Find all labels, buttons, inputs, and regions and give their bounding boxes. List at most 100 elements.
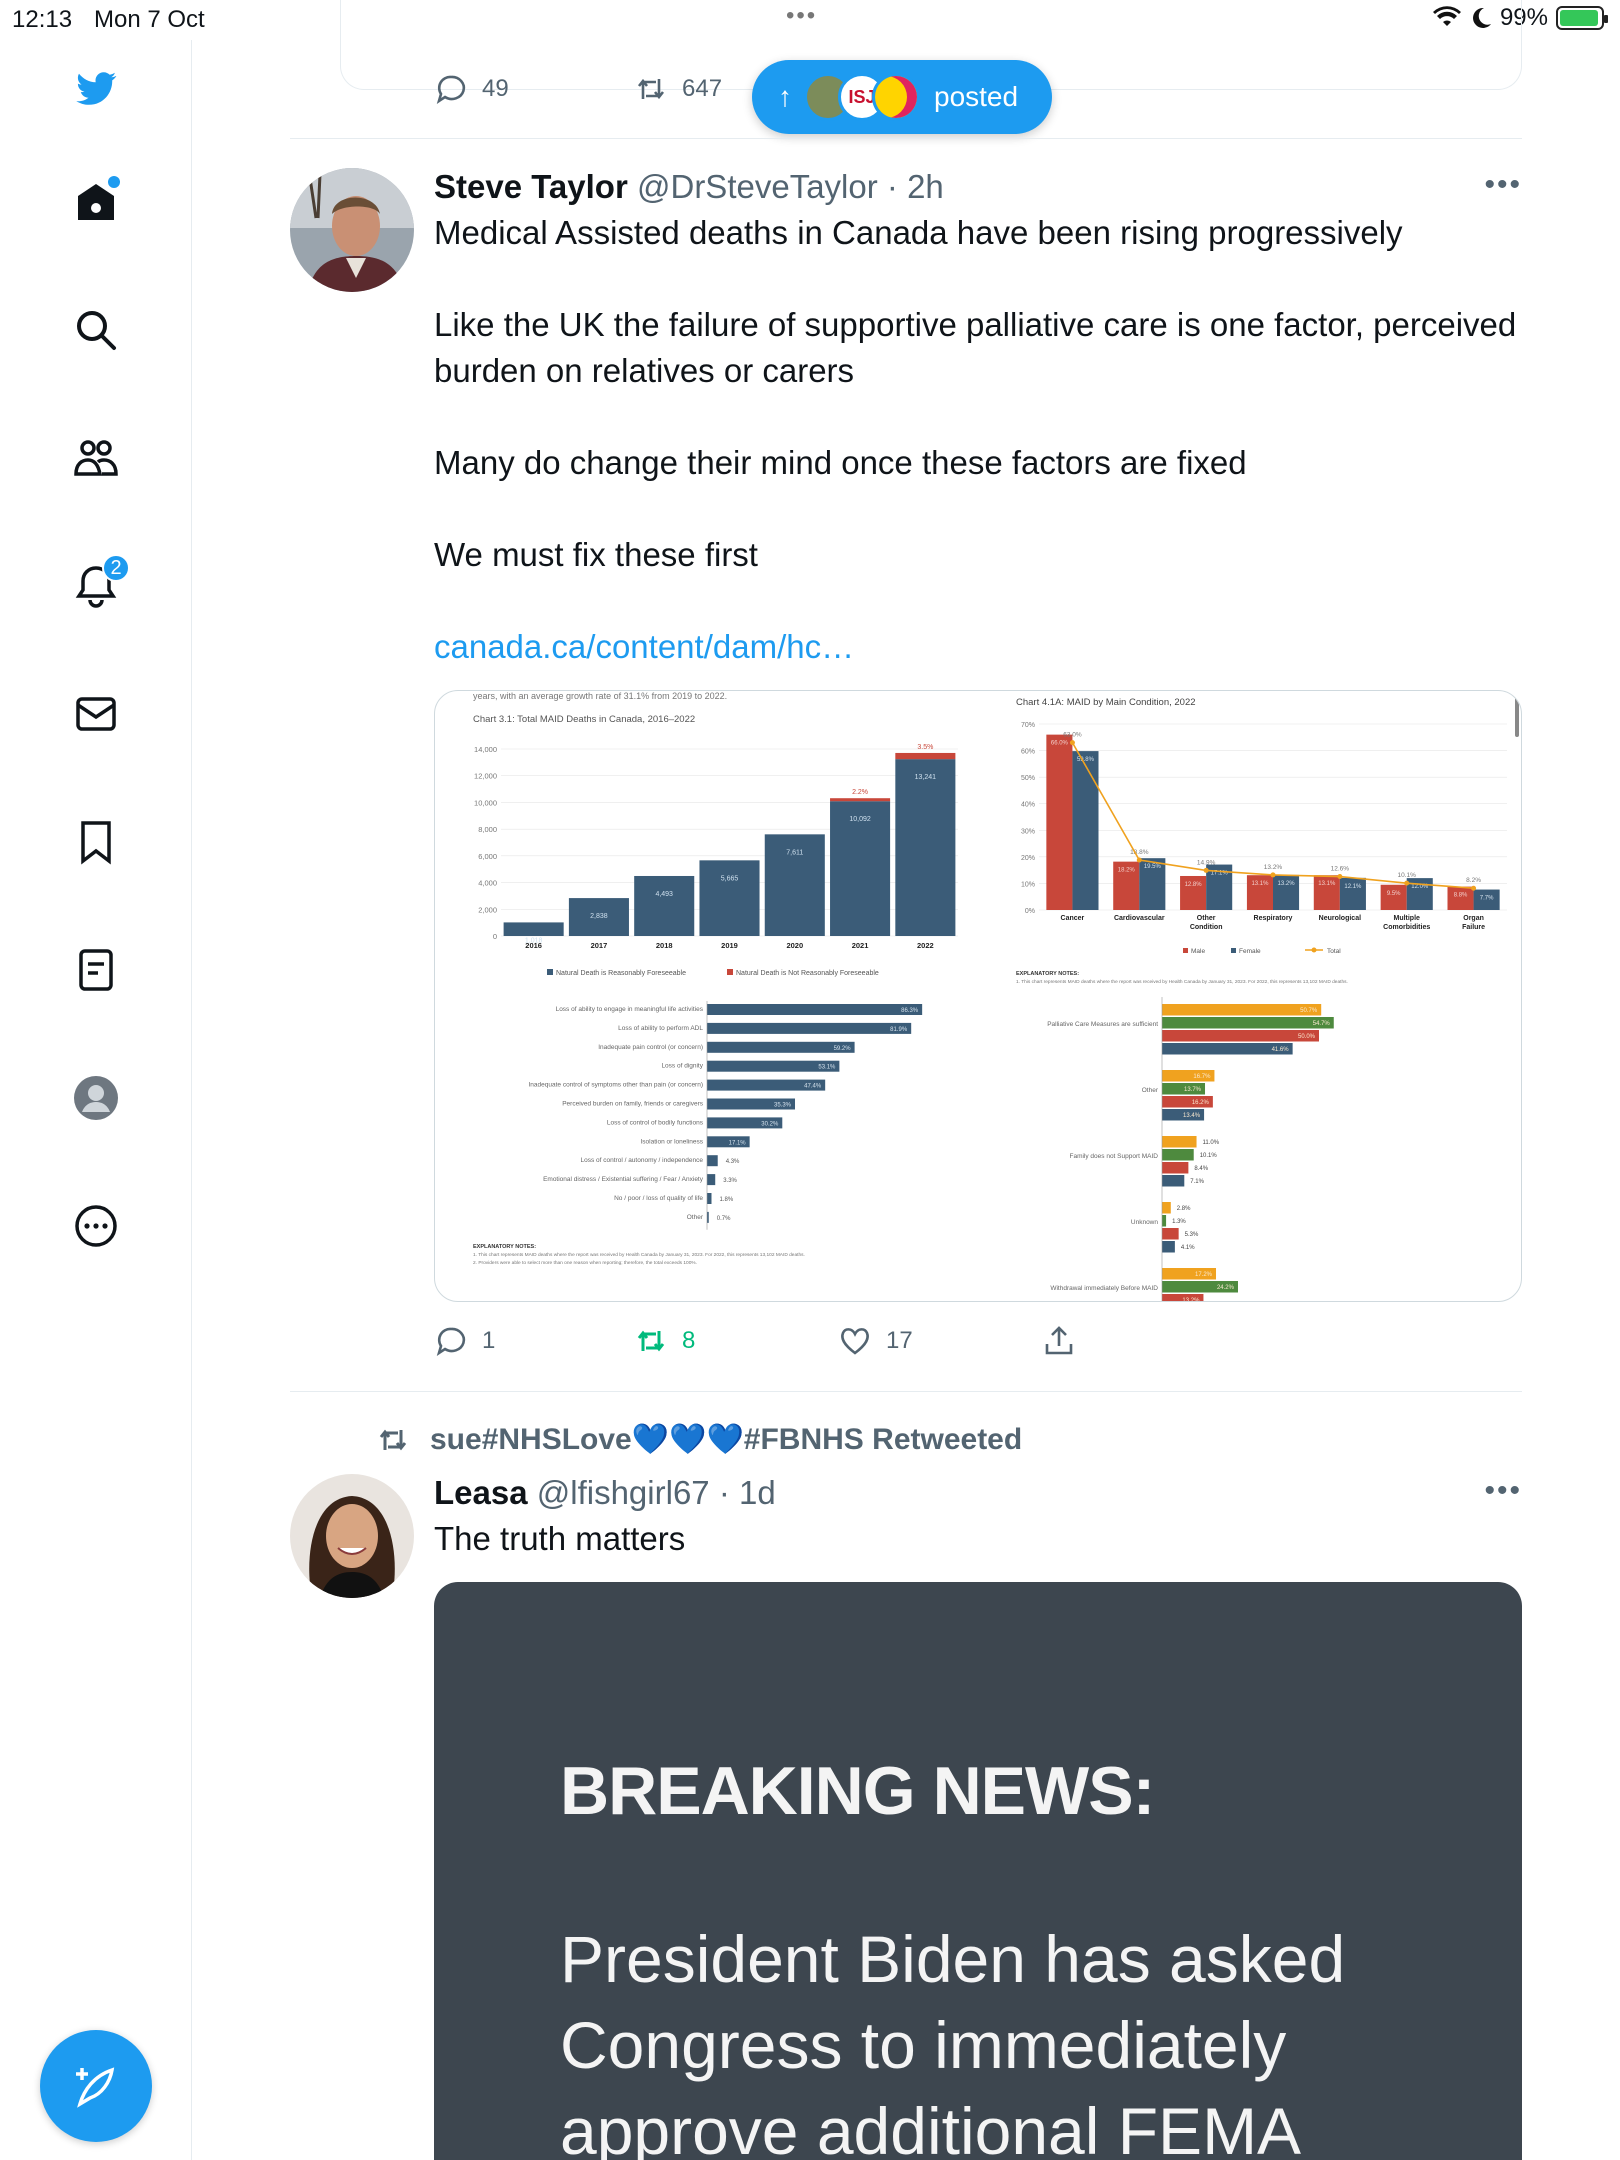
total-value-label: 63.0% [1063,732,1082,739]
reply-count: 1 [482,1327,496,1354]
author-handle[interactable]: @lfishgirl67 [537,1474,710,1511]
y-tick-label: 50% [1021,775,1035,782]
prev-reply-button[interactable]: 49 [434,72,634,106]
retweet-icon [379,1429,407,1450]
x-tick-label: Neurological [1319,915,1361,922]
tweet-time[interactable]: 2h [907,168,944,205]
profile-avatar-icon[interactable] [66,1068,126,1128]
tweet-header: Steve Taylor @DrSteveTaylor · 2h [434,168,944,205]
messages-icon[interactable] [66,684,126,744]
like-button[interactable]: 17 [838,1324,1042,1358]
hbar [707,1022,912,1034]
communities-icon[interactable] [66,428,126,488]
new-posts-pill[interactable]: ↑ ISJ posted [752,60,1052,134]
hbar [1162,1030,1319,1042]
share-icon [1045,1326,1073,1355]
y-tick-label: 40% [1021,802,1035,809]
bar-top-label: 2.2% [852,789,868,796]
hbar-value-label: 41.6% [1272,1047,1290,1053]
y-tick-label: 70% [1021,722,1035,729]
tweet-body: Leasa @lfishgirl67 · 1d ••• The truth ma… [434,1474,1522,1562]
hbar-value-label: 30.2% [761,1121,779,1127]
x-tick-label: 2017 [591,941,608,950]
bar-value-label: 13.1% [1251,881,1269,887]
reply-button[interactable]: 1 [434,1324,634,1358]
hbar-value-label: 59.2% [834,1046,852,1052]
more-options-icon[interactable] [66,1196,126,1256]
bookmarks-icon[interactable] [66,812,126,872]
tweet-media-image[interactable]: years, with an average growth rate of 31… [434,690,1522,1302]
tweet-media-image[interactable]: BREAKING NEWS: President Biden has asked… [434,1582,1522,2160]
total-value-label: 8.2% [1466,877,1481,884]
retweet-button[interactable]: 8 [634,1324,838,1358]
author-handle[interactable]: @DrSteveTaylor [637,168,878,205]
group-label: Other [1142,1087,1159,1094]
bar-foreseeable [634,875,695,936]
note-text: 1. This chart represents MAID deaths whe… [473,1252,805,1258]
category-label: Loss of ability to perform ADL [618,1025,703,1032]
hbar [707,1004,923,1015]
bar-value-label: 10,092 [849,816,871,823]
bar-female [1072,751,1099,910]
share-button[interactable] [1042,1324,1076,1358]
hbar-value-label: 35.3% [774,1103,792,1109]
x-tick-label: 2019 [721,941,738,950]
x-tick-label: Other [1197,915,1216,922]
notifications-icon[interactable]: 2 [66,554,130,616]
avatar[interactable] [290,168,414,292]
total-point [1069,740,1075,746]
hbar [1162,1215,1167,1227]
bar-value-label: 12.1% [1344,884,1362,890]
group-label: Family does not Support MAID [1069,1153,1158,1160]
tweet-link[interactable]: canada.ca/content/dam/hc… [434,628,854,665]
tweet-header: Leasa @lfishgirl67 · 1d [434,1474,776,1511]
hbar [707,1041,855,1053]
retweet-context[interactable]: sue#NHSLove💙💙💙#FBNHS Retweeted [374,1422,1022,1457]
news-line: President Biden has asked [560,1922,1346,1996]
tweet-more-icon[interactable]: ••• [1484,1474,1522,1508]
bar-top-label: 3.5% [917,744,933,751]
search-icon[interactable] [66,300,126,360]
author-name[interactable]: Steve Taylor [434,168,628,205]
tweet-more-icon[interactable]: ••• [1484,168,1522,202]
pill-avatars: ISJ [804,73,920,121]
tweet-text: Medical Assisted deaths in Canada have b… [434,210,1522,670]
notes-title: EXPLANATORY NOTES: [1016,971,1079,977]
legend-swatch [1231,948,1236,953]
category-label: Loss of control / autonomy / independenc… [581,1157,704,1164]
y-tick-label: 60% [1021,749,1035,756]
hbar [707,1193,712,1204]
tweet-actions: 1 8 17 [434,1324,1076,1358]
avatar[interactable] [290,1474,414,1598]
author-name[interactable]: Leasa [434,1474,528,1511]
bar-value-label: 5,665 [721,875,739,882]
legend-point [1311,947,1317,953]
hbar-value-label: 81.9% [890,1027,908,1033]
hbar [707,1155,718,1167]
y-tick-label: 30% [1021,828,1035,835]
total-value-label: 12.6% [1331,866,1350,873]
legend-swatch [547,969,553,975]
lists-icon[interactable] [66,940,126,1000]
twitter-logo-icon[interactable] [66,60,126,120]
home-icon[interactable] [66,172,126,232]
battery-icon [1556,6,1608,30]
bar-value-label: 13.1% [1318,881,1336,887]
hbar [1162,1175,1185,1187]
bar-value-label: 7,611 [786,849,803,856]
tweet-text: The truth matters [434,1520,686,1557]
compose-tweet-button[interactable] [40,2030,152,2142]
like-count: 17 [886,1327,913,1354]
tweet-text-line [434,394,1522,440]
x-tick-label: Comorbidities [1383,924,1430,931]
home-unread-dot [108,176,120,188]
bar-value-label: 59.8% [1077,757,1095,763]
image-scrollbar [1515,697,1519,737]
hbar-value-label: 11.0% [1203,1140,1220,1146]
tweet-time[interactable]: 1d [739,1474,776,1511]
arrow-up-icon: ↑ [778,81,792,112]
x-tick-label: Cancer [1061,915,1085,922]
prev-retweet-button[interactable]: 647 [634,72,722,106]
prev-retweet-count: 647 [682,75,723,102]
total-point [1136,857,1142,863]
